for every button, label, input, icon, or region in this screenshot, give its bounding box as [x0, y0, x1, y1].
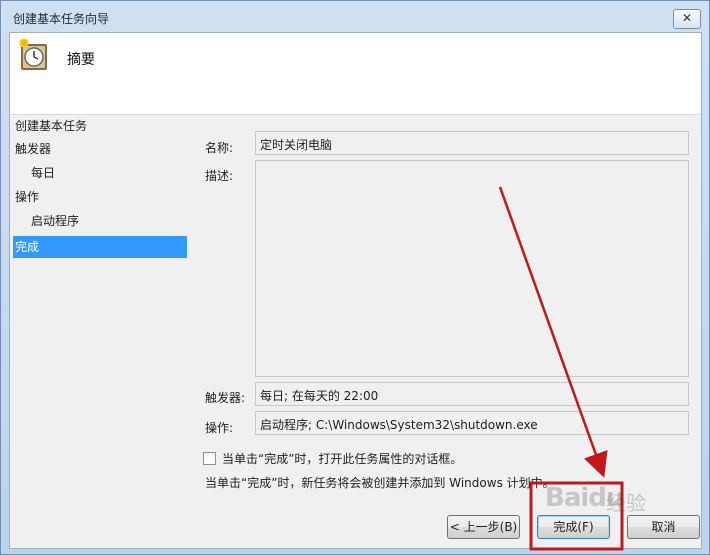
- back-button[interactable]: < 上一步(B): [447, 515, 520, 539]
- finish-note: 当单击“完成”时，新任务将会被创建并添加到 Windows 计划中。: [205, 476, 555, 490]
- cancel-button[interactable]: 取消: [627, 515, 700, 539]
- page-title: 摘要: [67, 52, 95, 68]
- title-bar[interactable]: 创建基本任务向导 ✕: [1, 1, 709, 33]
- wizard-client-area: 摘要 创建基本任务 触发器 每日 操作 启动程序 完成 名称: 定时关闭电脑 描…: [9, 32, 702, 549]
- description-field[interactable]: [255, 160, 689, 377]
- open-properties-label[interactable]: 当单击“完成”时，打开此任务属性的对话框。: [222, 450, 462, 467]
- name-label: 名称:: [205, 141, 234, 155]
- nav-item-action[interactable]: 操作: [15, 186, 39, 208]
- nav-item-create-basic-task[interactable]: 创建基本任务: [15, 115, 87, 137]
- name-field[interactable]: 定时关闭电脑: [255, 131, 689, 155]
- open-properties-checkbox[interactable]: [203, 452, 216, 465]
- clock-icon: [19, 38, 47, 70]
- trigger-label: 触发器:: [205, 391, 246, 405]
- nav-item-daily[interactable]: 每日: [31, 162, 55, 184]
- close-button[interactable]: ✕: [673, 9, 701, 29]
- trigger-field[interactable]: 每日; 在每天的 22:00: [255, 382, 689, 406]
- description-label: 描述:: [205, 169, 234, 183]
- finish-button[interactable]: 完成(F): [537, 515, 610, 539]
- nav-item-finish[interactable]: 完成: [13, 236, 187, 258]
- window-title: 创建基本任务向导: [13, 12, 110, 26]
- action-field[interactable]: 启动程序; C:\Windows\System32\shutdown.exe: [255, 411, 689, 435]
- wizard-window: 创建基本任务向导 ✕ 摘要 创建基本任务 触发器 每日 操作 启动程序 完成 名…: [0, 0, 710, 555]
- close-icon: ✕: [681, 11, 693, 25]
- watermark-sub: 经验: [606, 491, 646, 515]
- nav-item-trigger[interactable]: 触发器: [15, 138, 51, 160]
- nav-item-start-program[interactable]: 启动程序: [31, 210, 79, 232]
- wizard-header: 摘要: [10, 33, 701, 115]
- action-label: 操作:: [205, 421, 234, 435]
- wizard-step-nav: 创建基本任务 触发器 每日 操作 启动程序 完成: [10, 115, 190, 548]
